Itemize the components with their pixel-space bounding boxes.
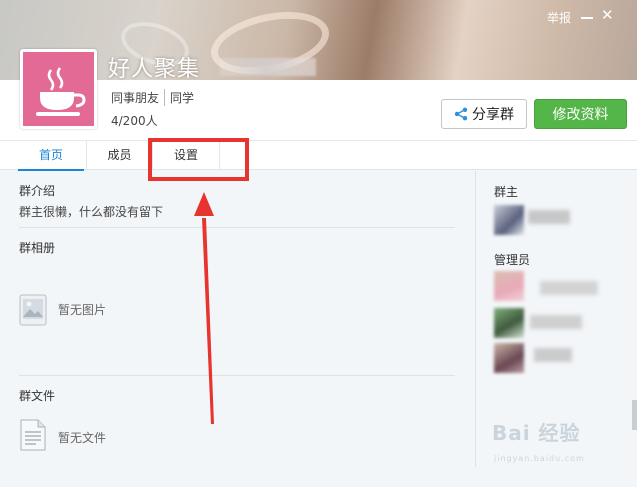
section-divider (19, 375, 455, 376)
files-title: 群文件 (19, 389, 56, 403)
teacup-icon (36, 67, 86, 116)
document-icon (20, 419, 46, 451)
share-group-button[interactable]: 分享群 (441, 99, 527, 129)
tab-members[interactable]: 成员 (86, 141, 152, 170)
group-tag: 同学 (170, 91, 195, 105)
admin-avatar[interactable] (494, 271, 524, 301)
group-id-blurred (220, 58, 316, 76)
window-edge (632, 400, 637, 430)
tab-bar: 首页 成员 设置 (0, 140, 637, 171)
owner-title: 群主 (494, 185, 519, 199)
group-profile-window: 举报 ✕ 好人聚集 同事朋友 同学 4/200人 分享群 修改资料 首页 成员 … (0, 0, 637, 487)
owner-name-blurred (528, 210, 570, 224)
tab-home[interactable]: 首页 (18, 141, 84, 171)
admin-name-blurred (540, 281, 598, 295)
group-tags: 同事朋友 同学 (111, 89, 204, 106)
files-empty-label: 暂无文件 (58, 431, 107, 445)
member-avatar[interactable] (494, 343, 524, 373)
intro-text: 群主很懒，什么都没有留下 (19, 205, 164, 219)
member-name-blurred (534, 348, 572, 362)
admin-title: 管理员 (494, 253, 531, 267)
image-placeholder-icon (19, 294, 47, 326)
edit-profile-button[interactable]: 修改资料 (534, 99, 627, 129)
watermark-brand: Bai 经验 (492, 421, 581, 445)
owner-avatar[interactable] (494, 205, 524, 235)
member-name-blurred (530, 315, 582, 329)
section-divider (19, 227, 455, 228)
album-empty-label: 暂无图片 (58, 303, 107, 317)
group-name: 好人聚集 (108, 57, 201, 82)
highlight-box (148, 138, 249, 181)
member-count: 4/200人 (111, 114, 158, 128)
share-button-label: 分享群 (472, 107, 514, 123)
column-divider (475, 171, 476, 467)
minimize-icon[interactable] (580, 9, 594, 23)
watermark-url: jingyan.baidu.com (494, 454, 585, 463)
album-title: 群相册 (19, 241, 56, 255)
intro-title: 群介绍 (19, 184, 56, 198)
watermark: Bai 经验 jingyan.baidu.com (492, 417, 612, 467)
close-icon[interactable]: ✕ (601, 6, 614, 24)
share-icon (454, 107, 468, 121)
group-tag: 同事朋友 (111, 89, 166, 106)
member-avatar[interactable] (494, 308, 524, 338)
report-button[interactable]: 举报 (547, 9, 571, 26)
group-avatar[interactable] (20, 49, 97, 129)
